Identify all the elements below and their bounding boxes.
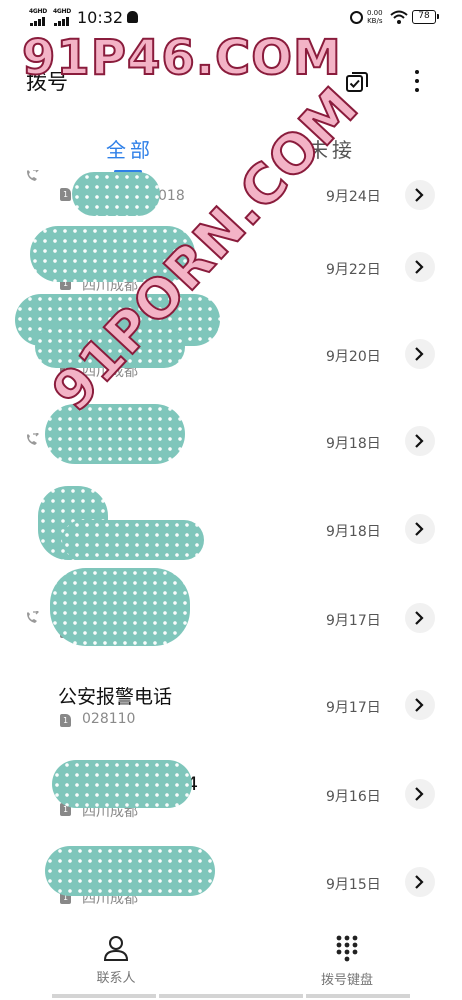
call-details-button[interactable] bbox=[405, 514, 435, 544]
call-date: 9月15日 bbox=[326, 877, 381, 893]
call-date: 9月16日 bbox=[326, 789, 381, 805]
multi-select-icon[interactable] bbox=[345, 70, 369, 94]
contacts-person-icon bbox=[103, 936, 129, 961]
call-details-button[interactable] bbox=[405, 779, 435, 809]
call-details-button[interactable] bbox=[405, 180, 435, 210]
chevron-right-icon bbox=[415, 787, 424, 801]
chevron-right-icon bbox=[415, 522, 424, 536]
notification-bell-icon bbox=[127, 11, 138, 23]
chevron-right-icon bbox=[415, 347, 424, 361]
chevron-right-icon bbox=[415, 188, 424, 202]
network-type-1: 4GHD bbox=[29, 8, 47, 15]
call-details-button[interactable] bbox=[405, 690, 435, 720]
phone-forward-icon bbox=[27, 433, 39, 445]
redaction-mark bbox=[45, 404, 185, 464]
call-date: 9月24日 bbox=[326, 189, 381, 205]
nav-dialpad[interactable]: 拨号键盘 bbox=[277, 935, 417, 988]
call-number: 018 bbox=[158, 188, 185, 204]
network-type-2: 4GHD bbox=[53, 8, 71, 15]
alarm-icon bbox=[350, 11, 363, 24]
redaction-mark bbox=[52, 760, 192, 808]
redaction-mark bbox=[50, 568, 190, 646]
signal-1-icon: 4GHD bbox=[29, 8, 49, 26]
gesture-bar bbox=[159, 994, 303, 998]
net-speed-unit: KB/s bbox=[367, 17, 383, 25]
call-log-row[interactable]: 公安报警电话 1 028110 9月17日 bbox=[0, 663, 462, 751]
sim-card-icon: 1 bbox=[60, 188, 71, 201]
call-date: 9月22日 bbox=[326, 262, 381, 278]
chevron-right-icon bbox=[415, 875, 424, 889]
status-bar: 4GHD 4GHD 10:32 0.00 KB/s 78 bbox=[0, 0, 462, 34]
call-details-button[interactable] bbox=[405, 252, 435, 282]
redaction-mark bbox=[45, 846, 215, 896]
nav-contacts-label: 联系人 bbox=[96, 971, 136, 986]
gesture-bar bbox=[52, 994, 156, 998]
dialpad-icon bbox=[336, 935, 358, 962]
redaction-mark bbox=[62, 520, 204, 560]
bottom-navigation: 联系人 拨号键盘 bbox=[0, 925, 462, 1000]
more-options-icon[interactable] bbox=[405, 68, 429, 94]
call-date: 9月20日 bbox=[326, 349, 381, 365]
call-details-button[interactable] bbox=[405, 426, 435, 456]
net-speed-value: 0.00 bbox=[367, 9, 383, 17]
chevron-right-icon bbox=[415, 611, 424, 625]
redaction-mark bbox=[72, 172, 160, 216]
call-date: 9月17日 bbox=[326, 700, 381, 716]
signal-2-icon: 4GHD bbox=[53, 8, 73, 26]
chevron-right-icon bbox=[415, 698, 424, 712]
phone-forward-icon bbox=[27, 611, 39, 623]
contact-name: 公安报警电话 bbox=[58, 686, 173, 708]
watermark-text: 91P46.COM bbox=[21, 29, 342, 87]
battery-indicator: 78 bbox=[412, 10, 439, 24]
network-speed: 0.00 KB/s bbox=[367, 9, 383, 25]
call-details-button[interactable] bbox=[405, 339, 435, 369]
gesture-bar bbox=[306, 994, 410, 998]
call-date: 9月18日 bbox=[326, 436, 381, 452]
call-details-button[interactable] bbox=[405, 867, 435, 897]
nav-dialpad-label: 拨号键盘 bbox=[320, 973, 373, 988]
call-number: 028110 bbox=[82, 711, 136, 727]
wifi-icon bbox=[390, 10, 408, 24]
tab-all[interactable]: 全部 bbox=[106, 134, 154, 163]
chevron-right-icon bbox=[415, 260, 424, 274]
status-time: 10:32 bbox=[77, 8, 124, 27]
call-date: 9月18日 bbox=[326, 524, 381, 540]
phone-forward-icon bbox=[27, 170, 39, 181]
call-details-button[interactable] bbox=[405, 603, 435, 633]
call-date: 9月17日 bbox=[326, 613, 381, 629]
chevron-right-icon bbox=[415, 434, 424, 448]
nav-contacts[interactable]: 联系人 bbox=[46, 935, 186, 986]
sim-card-icon: 1 bbox=[60, 714, 71, 727]
